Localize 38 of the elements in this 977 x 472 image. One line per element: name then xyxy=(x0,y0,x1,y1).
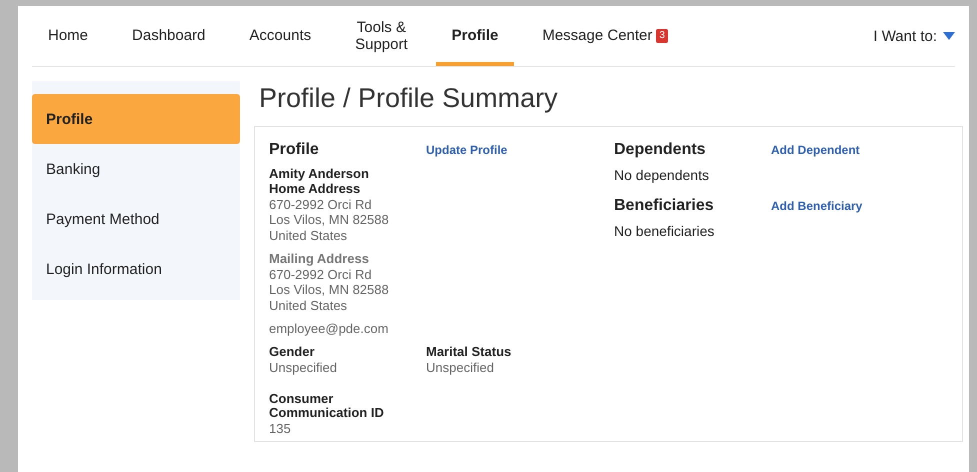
address-line: Los Vilos, MN 82588 xyxy=(269,282,390,298)
address-line: 670-2992 Orci Rd xyxy=(269,266,373,282)
field-value: 135 xyxy=(269,421,292,437)
section-heading: Dependents xyxy=(614,141,707,159)
field-label: Consumer Communication ID xyxy=(269,392,385,422)
field-label: Marital Status xyxy=(426,344,512,360)
count-badge: 3 xyxy=(656,29,668,43)
field-label: Home Address xyxy=(269,182,362,197)
add-link[interactable]: Add Dependent xyxy=(771,143,914,157)
empty-message: No beneficiaries xyxy=(614,223,716,239)
page-title: Profile / Profile Summary xyxy=(259,83,559,114)
sidebar-item[interactable]: Profile xyxy=(32,94,240,144)
section-heading: Beneficiaries xyxy=(614,197,715,215)
field-value: Unspecified xyxy=(426,360,495,376)
address-line: United States xyxy=(269,228,348,244)
sidebar-item[interactable]: Payment Method xyxy=(32,194,240,244)
caret-icon xyxy=(943,32,955,40)
address-line: 670-2992 Orci Rd xyxy=(269,196,373,212)
sidebar-item[interactable]: Login Information xyxy=(32,244,240,294)
field-label: Gender xyxy=(269,344,316,360)
update-profile-link[interactable]: Update Profile xyxy=(426,143,614,157)
address-line: Los Vilos, MN 82588 xyxy=(269,212,390,228)
sidebar-item[interactable]: Banking xyxy=(32,144,240,194)
email-text: employee@pde.com xyxy=(269,321,390,337)
field-value: Unspecified xyxy=(269,360,338,376)
nav-tab[interactable]: Message Center 3 xyxy=(526,6,684,66)
nav-tab[interactable]: Home xyxy=(32,6,104,66)
nav-tab[interactable]: Dashboard xyxy=(116,6,222,66)
empty-message: No dependents xyxy=(614,167,710,183)
add-link[interactable]: Add Beneficiary xyxy=(771,199,914,213)
nav-tab[interactable]: Profile xyxy=(436,6,514,66)
field-label: Mailing Address xyxy=(269,252,370,267)
person-name: Amity Anderson xyxy=(269,167,370,182)
address-line: United States xyxy=(269,298,348,314)
section-heading: Profile xyxy=(269,141,320,159)
i-want-to-menu[interactable]: I Want to: xyxy=(873,6,955,66)
nav-tab[interactable]: Tools & Support xyxy=(339,6,424,66)
nav-tab[interactable]: Accounts xyxy=(233,6,328,66)
